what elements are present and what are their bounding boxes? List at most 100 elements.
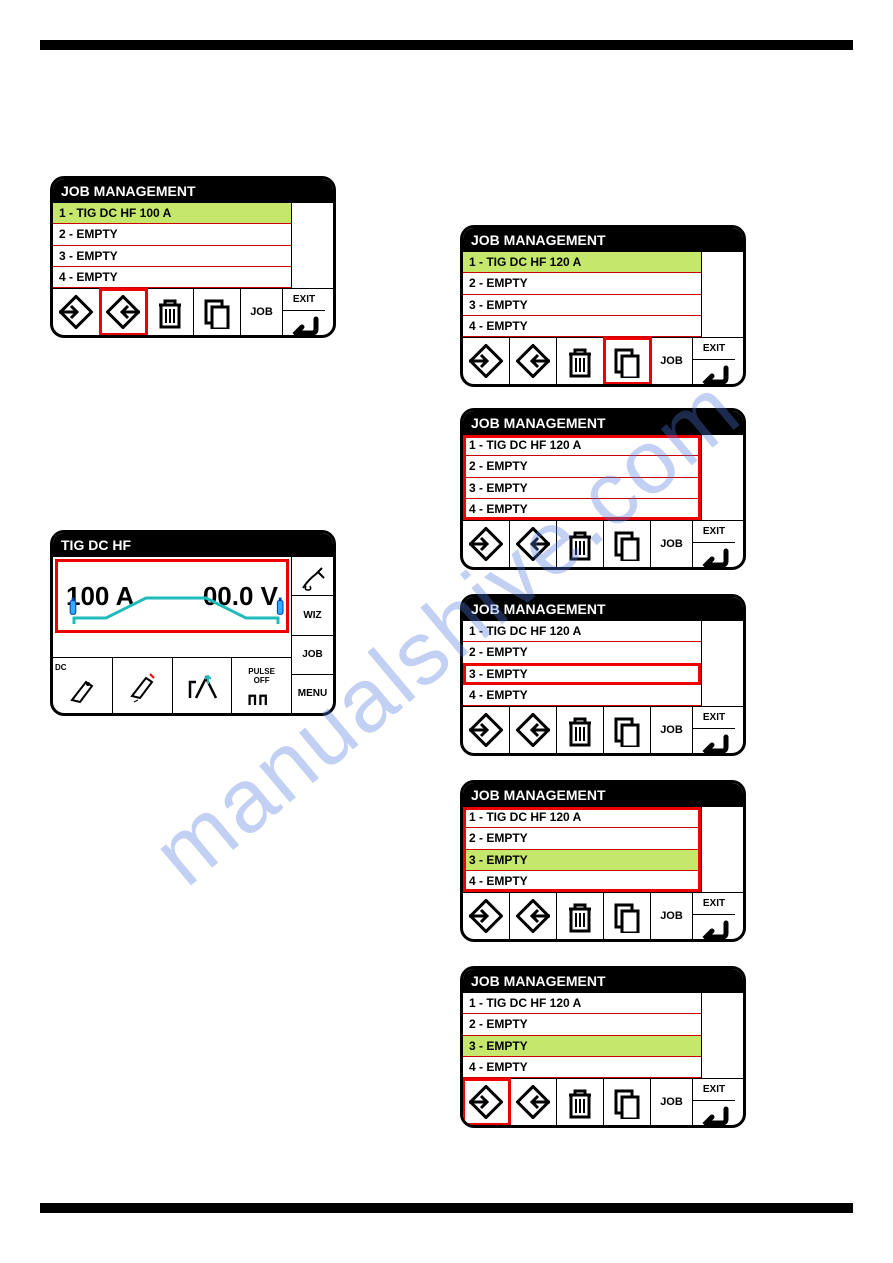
pulse-button[interactable]: PULSE OFF (232, 658, 291, 713)
job-list: 1 - TIG DC HF 100 A 2 - EMPTY 3 - EMPTY … (53, 203, 291, 288)
tig-display[interactable]: 100 A 00.0 V (55, 559, 289, 633)
job-row-3[interactable]: 3 - EMPTY (463, 664, 701, 685)
exit-button[interactable]: EXIT (693, 893, 735, 915)
save-in-button[interactable] (463, 1079, 510, 1125)
job-row-4[interactable]: 4 - EMPTY (463, 316, 701, 337)
dc-label: DC (55, 663, 67, 672)
copy-button[interactable] (604, 707, 651, 753)
job-row-2[interactable]: 2 - EMPTY (463, 1014, 701, 1035)
wiz-button[interactable]: WIZ (292, 595, 333, 634)
return-button[interactable] (283, 311, 325, 338)
load-out-button[interactable] (510, 707, 557, 753)
return-button[interactable] (693, 1101, 735, 1128)
job-row-1[interactable]: 1 - TIG DC HF 100 A (53, 203, 291, 224)
job-button[interactable]: JOB (292, 635, 333, 674)
pulse-label-bot: OFF (254, 676, 270, 685)
job-panel-right-3: JOB MANAGEMENT 1 - TIG DC HF 120 A 2 - E… (460, 594, 746, 756)
torch-mode-button[interactable] (292, 557, 333, 595)
job-side-blank (701, 993, 743, 1078)
job-side-blank (701, 252, 743, 337)
return-button[interactable] (693, 915, 735, 942)
return-button[interactable] (693, 543, 735, 570)
exit-button[interactable]: EXIT (693, 521, 735, 543)
job-row-4[interactable]: 4 - EMPTY (463, 871, 701, 892)
job-button[interactable]: JOB (651, 1079, 693, 1125)
copy-button[interactable] (194, 289, 241, 335)
job-list: 1 - TIG DC HF 120 A 2 - EMPTY 3 - EMPTY … (463, 252, 701, 337)
job-panel-right-2: JOB MANAGEMENT 1 - TIG DC HF 120 A 2 - E… (460, 408, 746, 570)
job-row-1[interactable]: 1 - TIG DC HF 120 A (463, 252, 701, 273)
load-out-button[interactable] (510, 521, 557, 567)
job-row-2[interactable]: 2 - EMPTY (53, 224, 291, 245)
torch-type-button[interactable] (113, 658, 173, 713)
job-row-1[interactable]: 1 - TIG DC HF 120 A (463, 435, 701, 456)
job-side-blank (701, 807, 743, 892)
panel-title: JOB MANAGEMENT (463, 969, 743, 993)
page-bottom-rule (40, 1203, 853, 1213)
page-top-rule (40, 40, 853, 50)
job-button[interactable]: JOB (241, 289, 283, 335)
menu-button[interactable]: MENU (292, 674, 333, 713)
job-button[interactable]: JOB (651, 338, 693, 384)
return-button[interactable] (693, 729, 735, 756)
job-row-4[interactable]: 4 - EMPTY (463, 499, 701, 520)
copy-button[interactable] (604, 893, 651, 939)
load-out-button[interactable] (510, 1079, 557, 1125)
dc-mode-button[interactable]: DC (53, 658, 113, 713)
job-row-2[interactable]: 2 - EMPTY (463, 642, 701, 663)
job-row-3[interactable]: 3 - EMPTY (463, 1036, 701, 1057)
load-out-button[interactable] (510, 893, 557, 939)
tig-title: TIG DC HF (53, 533, 333, 557)
panel-title: JOB MANAGEMENT (463, 597, 743, 621)
delete-button[interactable] (557, 521, 604, 567)
job-row-4[interactable]: 4 - EMPTY (463, 685, 701, 706)
job-row-1[interactable]: 1 - TIG DC HF 120 A (463, 807, 701, 828)
job-row-4[interactable]: 4 - EMPTY (463, 1057, 701, 1078)
delete-button[interactable] (557, 893, 604, 939)
exit-button[interactable]: EXIT (693, 707, 735, 729)
job-panel-right-1: JOB MANAGEMENT 1 - TIG DC HF 120 A 2 - E… (460, 225, 746, 387)
job-row-2[interactable]: 2 - EMPTY (463, 273, 701, 294)
exit-button[interactable]: EXIT (283, 289, 325, 311)
tig-side-menu: WIZ JOB MENU (291, 557, 333, 713)
job-row-1[interactable]: 1 - TIG DC HF 120 A (463, 621, 701, 642)
copy-button[interactable] (604, 338, 651, 384)
job-list: 1 - TIG DC HF 120 A 2 - EMPTY 3 - EMPTY … (463, 435, 701, 520)
pulse-label-top: PULSE (248, 667, 275, 676)
job-panel-right-5: JOB MANAGEMENT 1 - TIG DC HF 120 A 2 - E… (460, 966, 746, 1128)
delete-button[interactable] (147, 289, 194, 335)
job-button[interactable]: JOB (651, 707, 693, 753)
save-in-button[interactable] (463, 338, 510, 384)
job-row-3[interactable]: 3 - EMPTY (463, 850, 701, 871)
slope-button[interactable] (173, 658, 233, 713)
job-row-4[interactable]: 4 - EMPTY (53, 267, 291, 288)
exit-button[interactable]: EXIT (693, 1079, 735, 1101)
panel-title: JOB MANAGEMENT (463, 228, 743, 252)
save-in-button[interactable] (463, 893, 510, 939)
job-row-3[interactable]: 3 - EMPTY (53, 246, 291, 267)
exit-button[interactable]: EXIT (693, 338, 735, 360)
job-row-2[interactable]: 2 - EMPTY (463, 828, 701, 849)
delete-button[interactable] (557, 707, 604, 753)
delete-button[interactable] (557, 1079, 604, 1125)
job-button[interactable]: JOB (651, 521, 693, 567)
job-row-3[interactable]: 3 - EMPTY (463, 295, 701, 316)
return-button[interactable] (693, 360, 735, 387)
job-row-3[interactable]: 3 - EMPTY (463, 478, 701, 499)
copy-button[interactable] (604, 1079, 651, 1125)
job-button[interactable]: JOB (651, 893, 693, 939)
job-row-1[interactable]: 1 - TIG DC HF 120 A (463, 993, 701, 1014)
job-side-blank (701, 621, 743, 706)
job-row-2[interactable]: 2 - EMPTY (463, 456, 701, 477)
load-out-button[interactable] (100, 289, 147, 335)
copy-button[interactable] (604, 521, 651, 567)
load-out-button[interactable] (510, 338, 557, 384)
job-panel-right-4: JOB MANAGEMENT 1 - TIG DC HF 120 A 2 - E… (460, 780, 746, 942)
job-list: 1 - TIG DC HF 120 A 2 - EMPTY 3 - EMPTY … (463, 993, 701, 1078)
tig-bottom-row: DC PULSE OFF (53, 657, 291, 713)
save-in-button[interactable] (53, 289, 100, 335)
save-in-button[interactable] (463, 707, 510, 753)
save-in-button[interactable] (463, 521, 510, 567)
job-side-blank (701, 435, 743, 520)
delete-button[interactable] (557, 338, 604, 384)
